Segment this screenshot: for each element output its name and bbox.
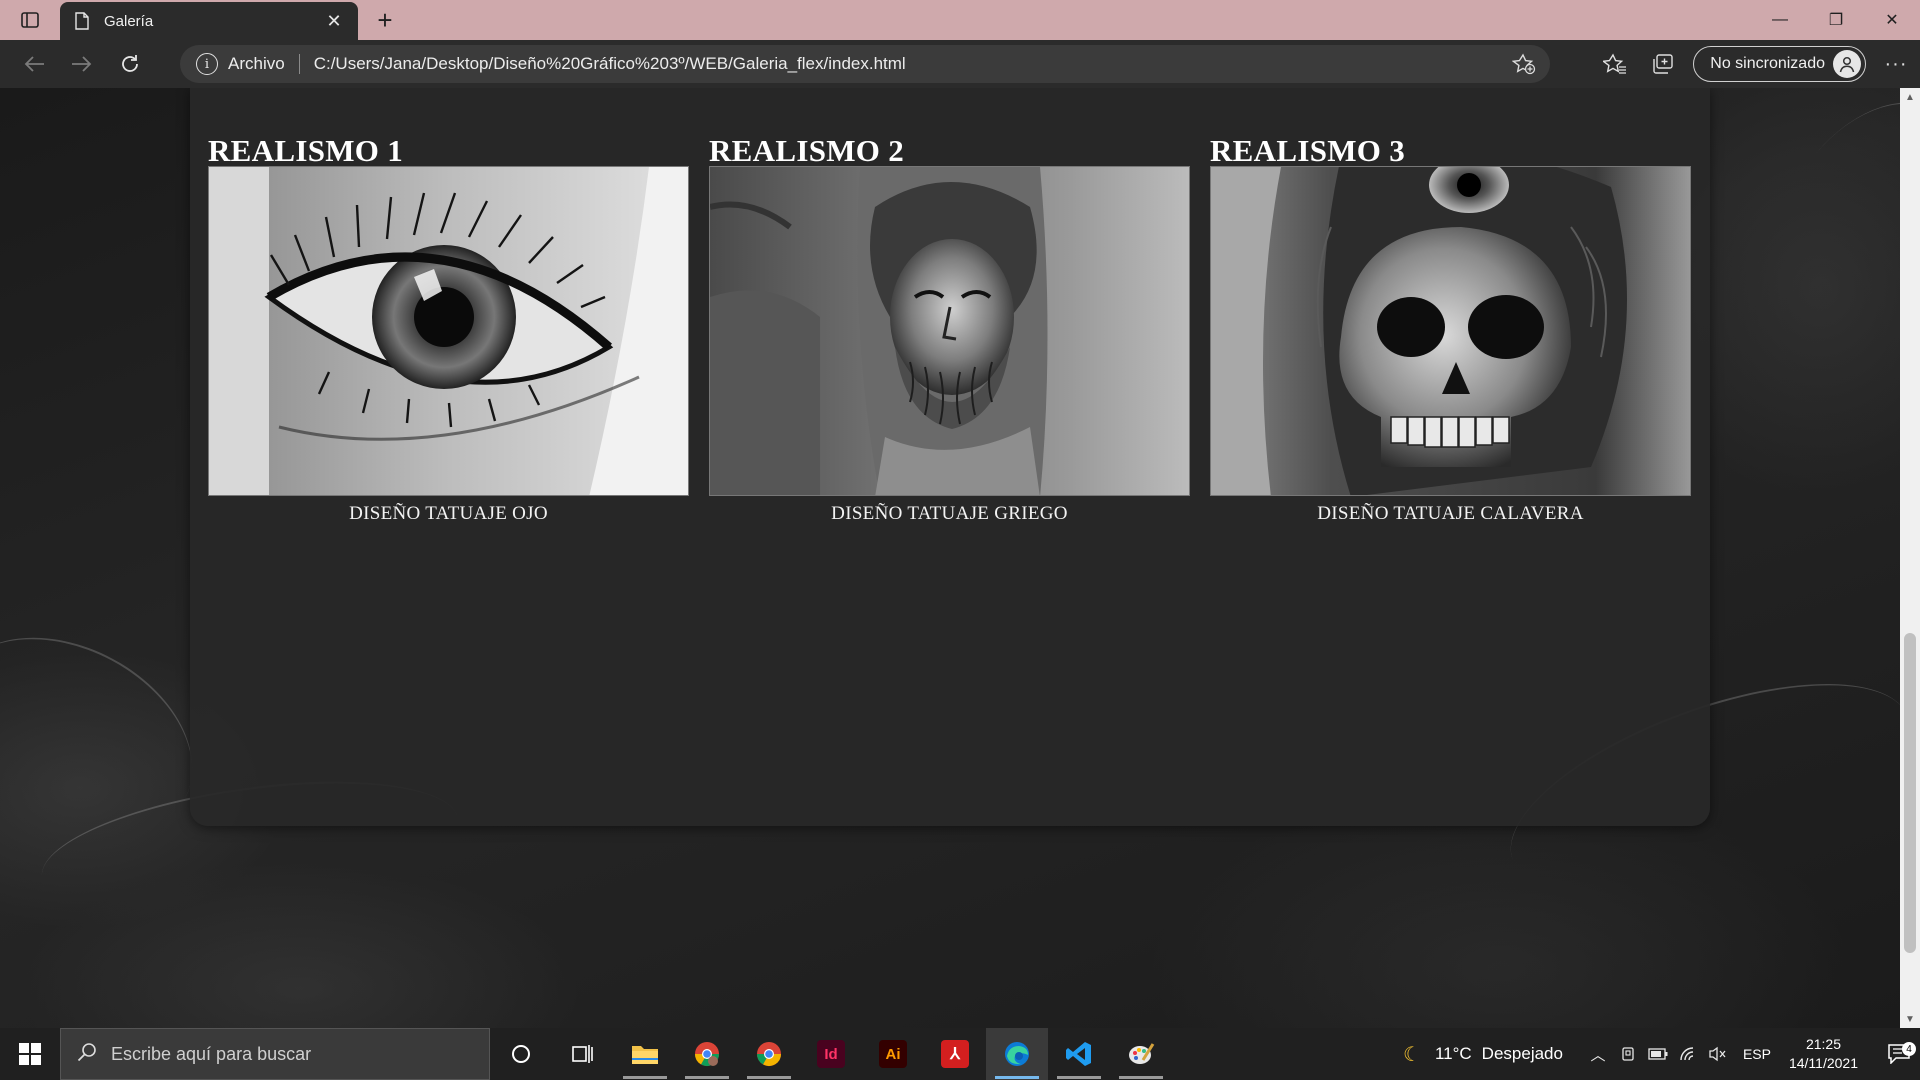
card-caption: DISEÑO TATUAJE OJO [349, 503, 548, 524]
clock[interactable]: 21:25 14/11/2021 [1789, 1035, 1858, 1073]
close-tab-icon[interactable]: ✕ [322, 9, 346, 33]
notification-badge: 4 [1902, 1042, 1916, 1056]
task-view-icon[interactable] [552, 1028, 614, 1080]
collections-icon[interactable] [1639, 44, 1687, 84]
minimize-icon[interactable]: — [1752, 0, 1808, 40]
avatar-icon [1833, 50, 1861, 78]
scroll-down-icon[interactable]: ▼ [1900, 1010, 1920, 1028]
gallery-card: REALISMO 1 DISEÑO TATUAJE OJO [208, 133, 689, 525]
browser-titlebar: Galería ✕ + — ❐ ✕ [0, 0, 1920, 40]
edge-icon[interactable] [986, 1028, 1048, 1080]
scroll-up-icon[interactable]: ▲ [1900, 88, 1920, 106]
card-title: REALISMO 3 [1210, 133, 1406, 168]
acrobat-icon[interactable]: ⅄ [924, 1028, 986, 1080]
windows-icon [19, 1043, 41, 1065]
vscode-icon[interactable] [1048, 1028, 1110, 1080]
device-icon[interactable] [1613, 1046, 1643, 1062]
wifi-icon[interactable] [1673, 1046, 1703, 1062]
chrome-icon[interactable] [738, 1028, 800, 1080]
more-options-icon[interactable]: ··· [1872, 44, 1920, 84]
browser-toolbar: i Archivo C:/Users/Jana/Desktop/Diseño%2… [0, 40, 1920, 88]
taskbar-search[interactable]: Escribe aquí para buscar [60, 1028, 490, 1080]
chevron-up-icon[interactable]: ︿ [1583, 1044, 1613, 1065]
search-icon [77, 1042, 97, 1067]
moon-icon: ☾ [1403, 1043, 1421, 1066]
new-tab-button[interactable]: + [368, 4, 402, 36]
reload-icon [122, 55, 138, 72]
toolbar-right: No sincronizado ··· [1591, 40, 1920, 88]
arrow-right-icon [72, 56, 92, 72]
file-explorer-icon[interactable] [614, 1028, 676, 1080]
battery-icon[interactable] [1643, 1048, 1673, 1060]
page-scrollbar[interactable]: ▲ ▼ [1900, 88, 1920, 1028]
back-button[interactable] [12, 44, 56, 84]
arrow-left-icon [24, 56, 44, 72]
gallery: REALISMO 1 DISEÑO TATUAJE OJO REALISMO 2… [208, 133, 1691, 525]
greek-statue-tattoo-image [709, 166, 1190, 496]
windows-taskbar: Escribe aquí para buscar Id Ai ⅄ ☾ 11°C … [0, 1028, 1920, 1080]
card-title: REALISMO 1 [208, 133, 404, 168]
cortana-icon[interactable] [490, 1028, 552, 1080]
page-icon [72, 11, 92, 31]
favorites-icon[interactable] [1591, 44, 1639, 84]
card-title: REALISMO 2 [709, 133, 905, 168]
clock-time: 21:25 [1805, 1036, 1841, 1052]
restore-icon[interactable]: ❐ [1808, 0, 1864, 40]
info-icon[interactable]: i [196, 53, 218, 75]
window-controls: — ❐ ✕ [1752, 0, 1920, 40]
close-window-icon[interactable]: ✕ [1864, 0, 1920, 40]
gallery-card: REALISMO 2 DISEÑO TATUAJE GRIEGO [709, 133, 1190, 525]
weather-temp: 11°C [1434, 1044, 1472, 1063]
page-viewport: REALISMO 1 DISEÑO TATUAJE OJO REALISMO 2… [0, 88, 1900, 1028]
address-scheme-label: Archivo [228, 54, 285, 73]
weather-desc: Despejado [1481, 1044, 1563, 1063]
url-text[interactable]: C:/Users/Jana/Desktop/Diseño%20Gráfico%2… [314, 54, 906, 74]
chrome-alt-icon[interactable] [676, 1028, 738, 1080]
forward-button[interactable] [60, 44, 104, 84]
gallery-card: REALISMO 3 DISEÑO TATUAJE CALAVERA [1210, 133, 1691, 525]
reload-button[interactable] [108, 44, 152, 84]
card-caption: DISEÑO TATUAJE CALAVERA [1317, 503, 1584, 524]
address-separator [298, 54, 300, 74]
language-indicator[interactable]: ESP [1743, 1046, 1771, 1062]
eye-tattoo-image [208, 166, 689, 496]
indesign-icon[interactable]: Id [800, 1028, 862, 1080]
profile-button[interactable]: No sincronizado [1693, 46, 1866, 82]
tab-actions-icon[interactable] [0, 0, 60, 40]
search-placeholder: Escribe aquí para buscar [111, 1043, 312, 1064]
card-caption: DISEÑO TATUAJE GRIEGO [831, 503, 1068, 524]
clock-date: 14/11/2021 [1788, 1055, 1858, 1071]
profile-label: No sincronizado [1710, 55, 1825, 72]
content-panel: REALISMO 1 DISEÑO TATUAJE OJO REALISMO 2… [190, 88, 1710, 826]
start-button[interactable] [0, 1028, 60, 1080]
marble-vein [1745, 88, 1900, 328]
weather-widget[interactable]: ☾ 11°C Despejado [1403, 1042, 1563, 1067]
illustrator-icon[interactable]: Ai [862, 1028, 924, 1080]
tab-title: Galería [104, 12, 154, 30]
add-favorite-icon[interactable] [1511, 53, 1536, 80]
paint-icon[interactable] [1110, 1028, 1172, 1080]
skull-owl-tattoo-image [1210, 166, 1691, 496]
address-bar[interactable]: i Archivo C:/Users/Jana/Desktop/Diseño%2… [180, 45, 1550, 83]
volume-muted-icon[interactable] [1703, 1046, 1733, 1062]
browser-tab[interactable]: Galería ✕ [60, 2, 358, 40]
scroll-thumb[interactable] [1904, 633, 1916, 953]
system-tray: ☾ 11°C Despejado ︿ ESP 21:25 14/11/2021 … [1403, 1028, 1920, 1080]
notifications-icon[interactable]: 4 [1878, 1042, 1920, 1064]
